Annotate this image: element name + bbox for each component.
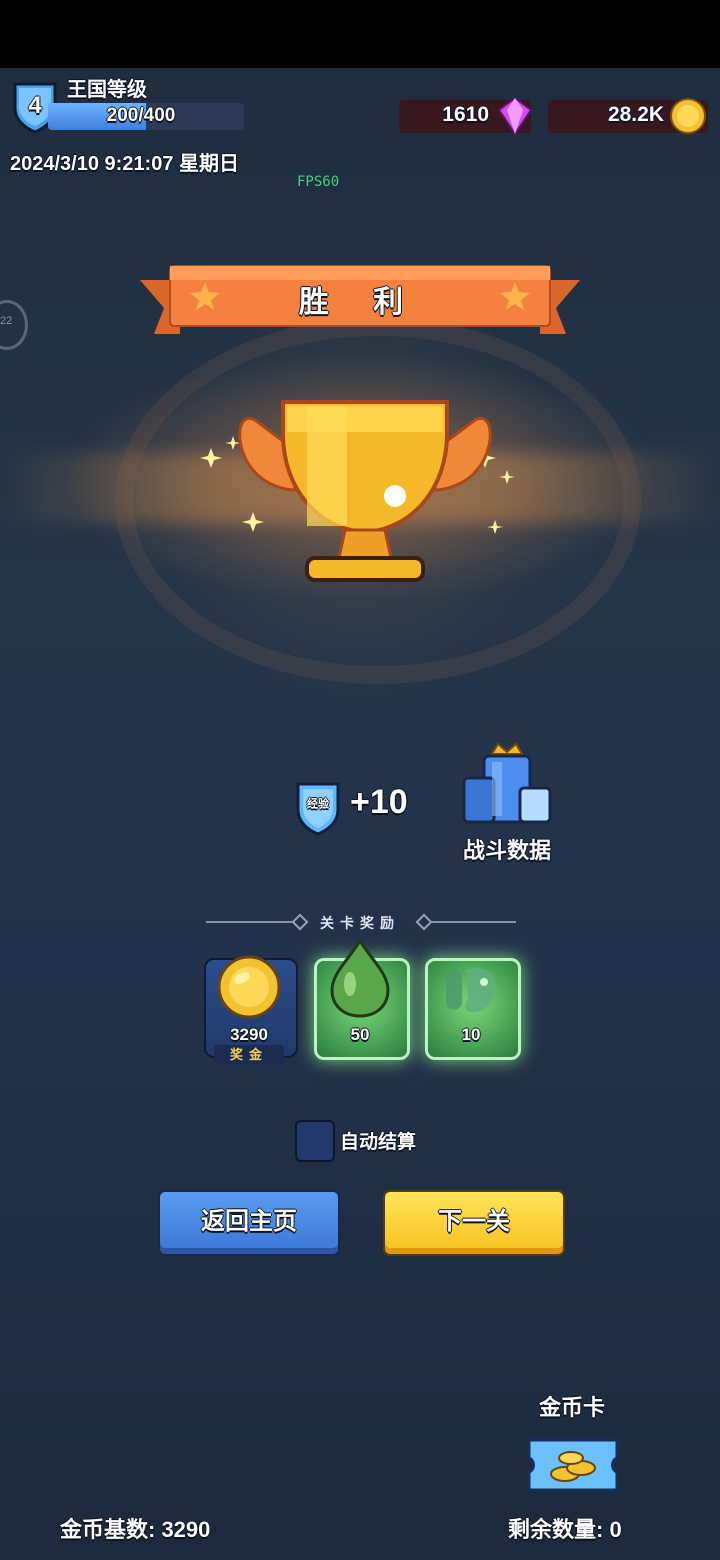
level-rewards-title: 关卡奖励 bbox=[320, 915, 400, 931]
remaining-count-text: 剩余数量: 0 bbox=[508, 1517, 622, 1542]
victory-title: 胜 利 bbox=[298, 286, 422, 319]
reward-gold-value: 3290 bbox=[230, 1025, 268, 1044]
side-badge-number: 22 bbox=[0, 315, 13, 327]
coin-base-text: 金币基数: 3290 bbox=[60, 1517, 211, 1542]
auto-settle-label[interactable]: 自动结算 bbox=[340, 1127, 416, 1154]
section-divider-right bbox=[430, 921, 516, 923]
kingdom-level-label: 王国等级 bbox=[67, 79, 147, 101]
battle-data-icon[interactable] bbox=[462, 742, 552, 826]
fps-counter: FPS60 bbox=[297, 174, 340, 190]
datetime-text: 2024/3/10 9:21:07 星期日 bbox=[10, 153, 240, 175]
reward-creature-value: 10 bbox=[461, 1025, 481, 1044]
reward-gold-tag: 奖金 bbox=[214, 1045, 284, 1065]
next-level-button[interactable]: 下一关 bbox=[383, 1190, 565, 1256]
status-bar bbox=[0, 0, 720, 68]
gold-count: 28.2K bbox=[607, 103, 664, 126]
section-divider-left bbox=[206, 921, 292, 923]
xp-gain-text: +10 bbox=[350, 783, 408, 821]
green-drop-icon bbox=[330, 938, 390, 1018]
gold-coin-icon bbox=[670, 98, 706, 134]
return-home-button[interactable]: 返回主页 bbox=[158, 1190, 340, 1256]
reward-drop-value: 50 bbox=[350, 1025, 370, 1044]
gold-coin-icon bbox=[217, 955, 281, 1019]
green-creature-icon bbox=[446, 968, 497, 1013]
gem-icon bbox=[497, 96, 533, 136]
gem-count: 1610 bbox=[442, 103, 489, 126]
xp-shield-label: 经验 bbox=[307, 798, 329, 810]
battle-data-label[interactable]: 战斗数据 bbox=[450, 833, 564, 865]
kingdom-xp-text: 200/400 bbox=[106, 105, 176, 126]
coin-card-icon[interactable] bbox=[525, 1436, 621, 1494]
coin-card-label: 金币卡 bbox=[538, 1395, 605, 1420]
trophy-icon bbox=[200, 400, 515, 582]
auto-settle-checkbox[interactable] bbox=[295, 1120, 335, 1162]
